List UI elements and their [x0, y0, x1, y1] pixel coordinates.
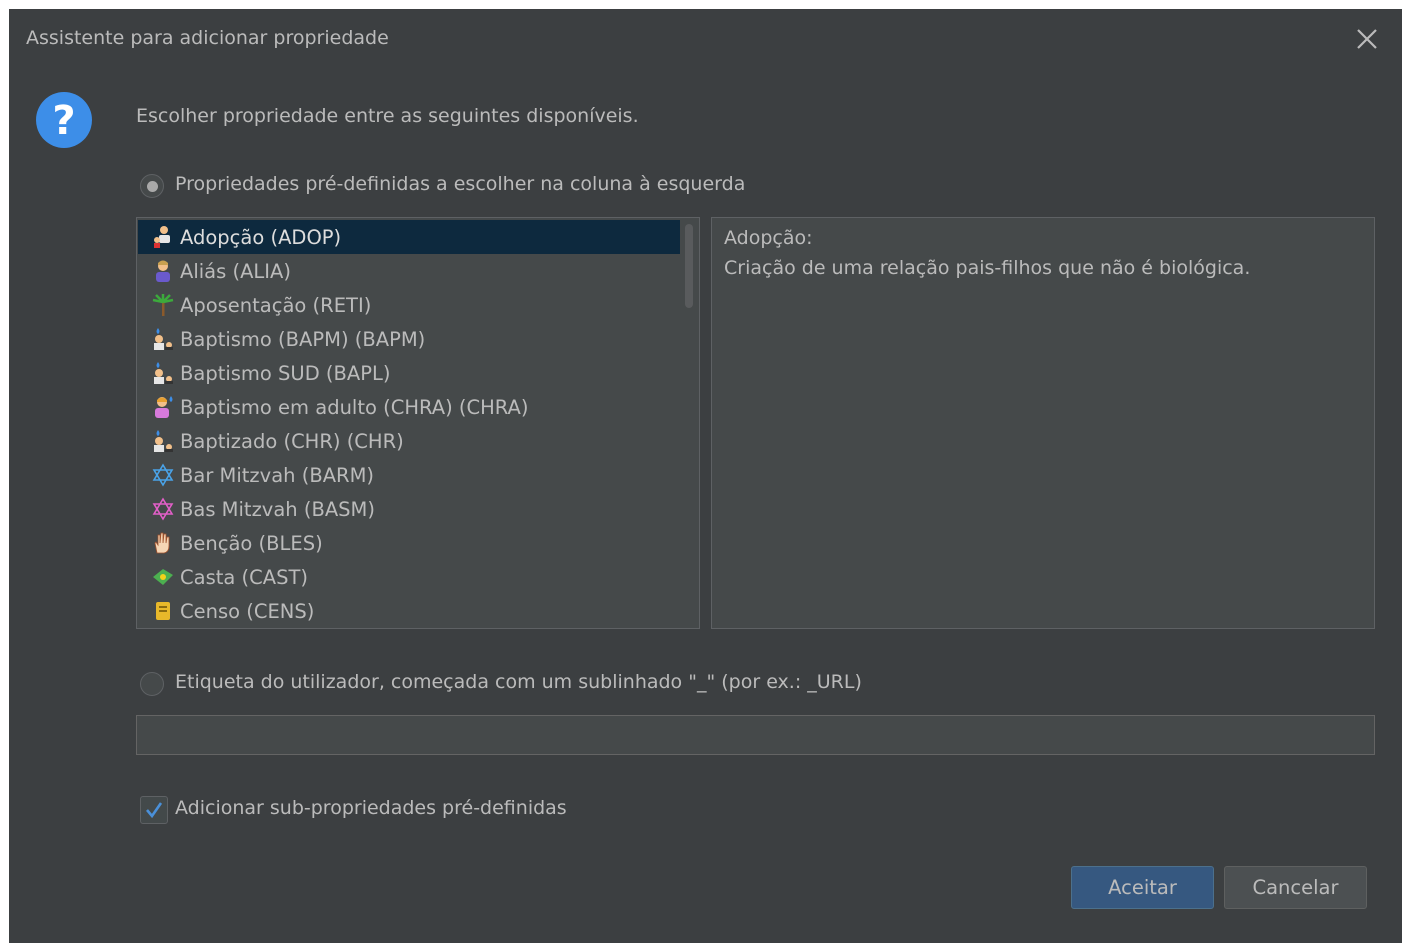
add-subproperties-checkbox[interactable] [140, 796, 168, 824]
list-item[interactable]: Baptismo em adulto (CHRA) (CHRA) [138, 390, 680, 424]
list-item[interactable]: Censo (CENS) [138, 594, 680, 628]
star-of-david-pink-icon [148, 496, 178, 522]
list-item[interactable]: Adopção (ADOP) [138, 220, 680, 254]
list-item[interactable]: Aliás (ALIA) [138, 254, 680, 288]
checkmark-icon [146, 802, 163, 819]
adult-baptism-icon [148, 394, 178, 420]
palm-tree-icon [148, 292, 178, 318]
dialog-title: Assistente para adicionar propriedade [26, 27, 389, 49]
accept-button[interactable]: Aceitar [1071, 866, 1214, 909]
svg-text:?: ? [52, 98, 75, 144]
list-item[interactable]: Bas Mitzvah (BASM) [138, 492, 680, 526]
list-item[interactable]: Bar Mitzvah (BARM) [138, 458, 680, 492]
person-icon [148, 258, 178, 284]
list-item[interactable]: Baptismo SUD (BAPL) [138, 356, 680, 390]
list-item[interactable]: Baptizado (CHR) (CHR) [138, 424, 680, 458]
cancel-button[interactable]: Cancelar [1224, 866, 1367, 909]
star-of-david-blue-icon [148, 462, 178, 488]
prompt-text: Escolher propriedade entre as seguintes … [136, 105, 639, 127]
add-property-dialog: Assistente para adicionar propriedade ? … [9, 9, 1402, 943]
baptism-icon [148, 428, 178, 454]
description-title: Adopção: [724, 227, 813, 249]
blessing-hand-icon [148, 530, 178, 556]
list-scrollbar[interactable] [681, 218, 699, 628]
description-panel: Adopção: Criação de uma relação pais-fil… [711, 217, 1375, 629]
list-item[interactable]: Aposentação (RETI) [138, 288, 680, 322]
list-item[interactable]: Baptismo (BAPM) (BAPM) [138, 322, 680, 356]
list-item[interactable]: Casta (CAST) [138, 560, 680, 594]
add-subproperties-label[interactable]: Adicionar sub-propriedades pré-definidas [175, 797, 567, 819]
question-icon: ? [35, 91, 93, 149]
predefined-radio-label[interactable]: Propriedades pré-definidas a escolher na… [175, 173, 745, 195]
custom-tag-radio[interactable] [140, 672, 164, 696]
property-list[interactable]: Adopção (ADOP) Aliás (ALIA) Aposentação … [136, 217, 700, 629]
predefined-radio[interactable] [140, 174, 164, 198]
close-icon[interactable] [1354, 26, 1380, 52]
scrollbar-thumb[interactable] [685, 224, 693, 308]
census-icon [148, 598, 178, 624]
list-item[interactable]: Benção (BLES) [138, 526, 680, 560]
description-text: Criação de uma relação pais-filhos que n… [724, 257, 1251, 279]
baptism-icon [148, 326, 178, 352]
custom-tag-input[interactable] [136, 715, 1375, 755]
baptism-icon [148, 360, 178, 386]
adoption-icon [148, 224, 178, 250]
custom-tag-radio-label[interactable]: Etiqueta do utilizador, começada com um … [175, 671, 862, 693]
caste-icon [148, 564, 178, 590]
